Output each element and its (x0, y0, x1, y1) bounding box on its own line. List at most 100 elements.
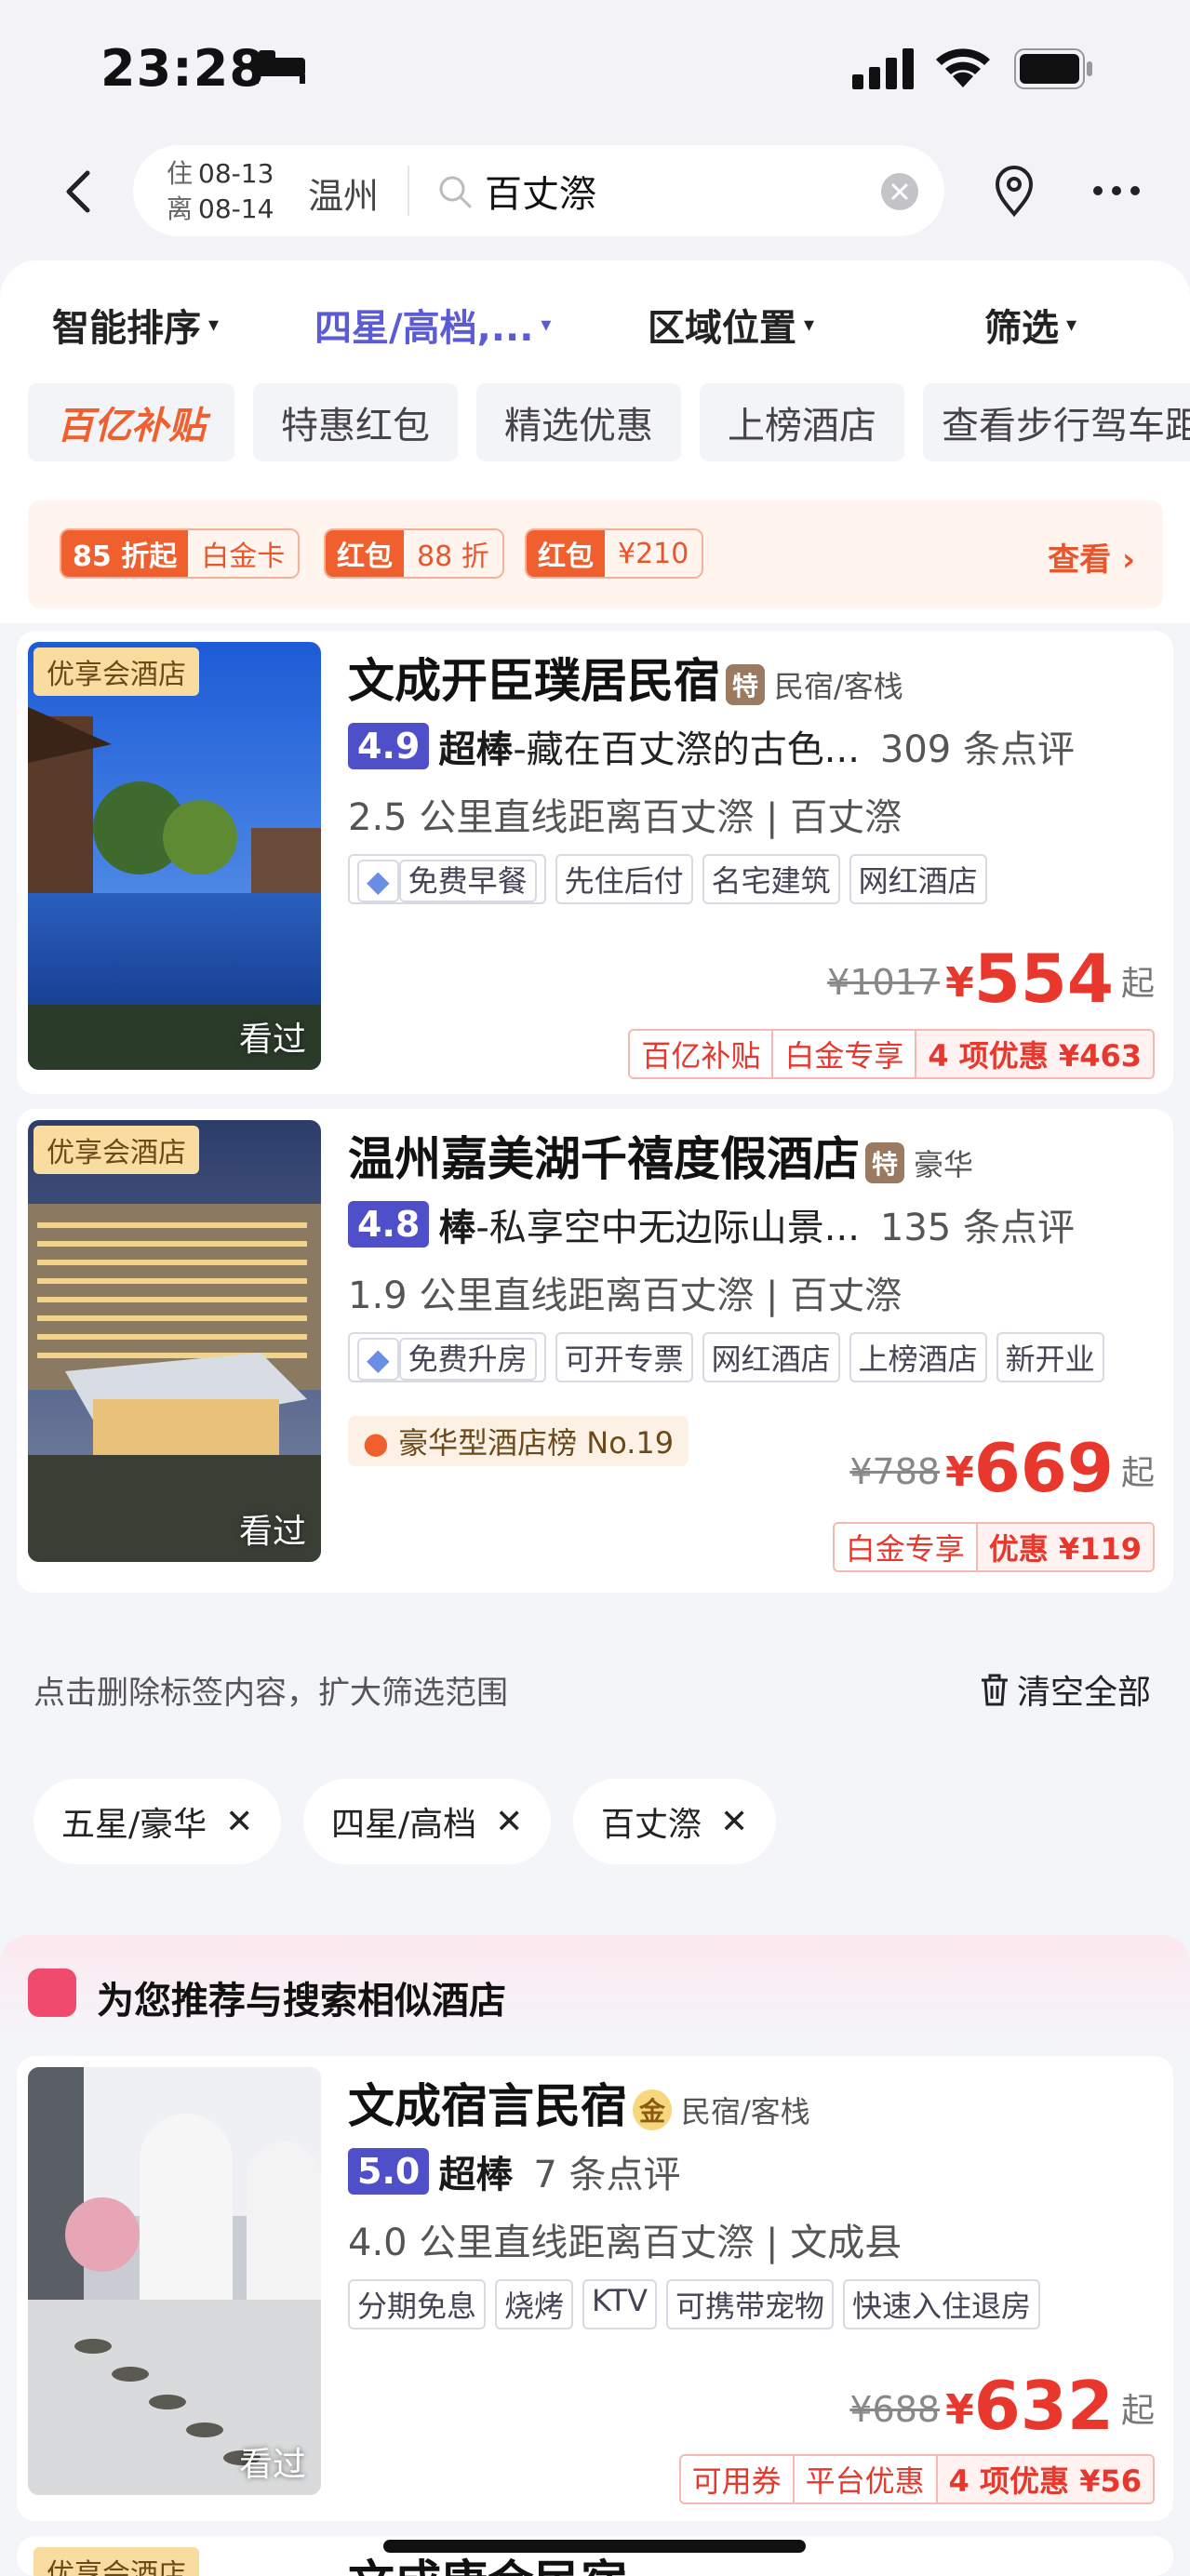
flame-icon: ● (363, 1425, 389, 1461)
review-count: 309 条点评 (879, 728, 1075, 771)
clear-all-button[interactable]: 清空全部 (980, 1665, 1151, 1714)
map-pin-icon[interactable] (994, 166, 1035, 218)
hotel-name-text: 文成开臣璞居民宿 (348, 654, 720, 708)
currency-symbol: ¥ (945, 1448, 974, 1496)
amenity-tag: 新开业 (996, 1332, 1104, 1382)
filter-tag[interactable]: 四星/高档 ✕ (303, 1779, 552, 1864)
chevron-down-icon: ▾ (541, 313, 552, 337)
hotel-photo: 优享会酒店 看过 (28, 1120, 321, 1562)
member-hotel-badge: 优享会酒店 (33, 2547, 199, 2576)
seen-label: 看过 (238, 1021, 306, 1059)
hotel-card[interactable]: 优享会酒店 看过 温州嘉美湖千禧度假酒店特豪华 4.8 棒 -私享空中无边际山景… (17, 1109, 1173, 1593)
current-price: 632 (973, 2367, 1114, 2445)
quick-chip-subsidy[interactable]: 百亿补贴 (28, 383, 234, 461)
checkout-label: 离 (167, 194, 194, 224)
clear-search-button[interactable] (881, 173, 918, 210)
original-price: ¥1017 (827, 962, 941, 1003)
hotel-type: 民宿/客栈 (681, 2093, 810, 2129)
promo-tag-sub: 白金卡 (188, 530, 299, 577)
recommend-title: 为您推荐与搜索相似酒店 (97, 1980, 506, 2022)
gold-icon: 金 (633, 2089, 672, 2130)
close-icon[interactable]: ✕ (720, 1803, 748, 1841)
rating-score: 5.0 (348, 2148, 430, 2195)
ranking-badge[interactable]: ● 豪华型酒店榜 No.19 (348, 1416, 689, 1466)
thumbs-up-icon (28, 1969, 76, 2017)
hotel-photo-image (28, 2067, 321, 2495)
quick-chip-selected[interactable]: 精选优惠 (476, 383, 681, 461)
seen-label: 看过 (238, 1513, 306, 1551)
rating-level: 超棒 (438, 728, 514, 771)
hotel-name-text: 文成宿言民宿 (348, 2079, 627, 2133)
hotel-card[interactable]: 看过 文成宿言民宿金民宿/客栈 5.0 超棒 7 条点评 4.0 公里直线距离百… (17, 2056, 1173, 2521)
close-icon[interactable]: ✕ (495, 1803, 523, 1841)
date-range[interactable]: 住 08-13 离 08-14 (167, 156, 274, 227)
chevron-left-icon (66, 170, 90, 213)
city-selector[interactable]: 温州 (308, 167, 379, 219)
quick-chip-distance[interactable]: 查看步行驾车距 (923, 383, 1190, 461)
amenity-tag: 分期免息 (348, 2279, 487, 2329)
close-icon[interactable]: ✕ (225, 1803, 253, 1841)
amenity-tag: KTV (582, 2279, 657, 2329)
more-icon[interactable] (1092, 184, 1141, 197)
chevron-right-icon: › (1111, 541, 1135, 579)
discount-tag: 4 项优惠 ¥463 (916, 1031, 1153, 1077)
quick-filter-row: 百亿补贴 特惠红包 精选优惠 上榜酒店 查看步行驾车距 (28, 383, 1190, 461)
amenity-tags: ◆ 免费早餐 先住后付 名宅建筑 网红酒店 (348, 854, 987, 904)
price: ¥688 ¥ 632 起 (849, 2372, 1155, 2439)
amenity-tag: 上榜酒店 (849, 1332, 987, 1382)
amenity-tags: ◆ 免费升房 可开专票 网红酒店 上榜酒店 新开业 (348, 1332, 1104, 1382)
sleep-focus-icon (253, 50, 305, 84)
hotel-photo: 优享会酒店 看过 (28, 642, 321, 1070)
filter-panel: 智能排序 ▾ 四星/高档,... ▾ 区域位置 ▾ 筛选 ▾ 百亿补贴 特惠红包 精选优… (0, 260, 1190, 623)
filter-tag[interactable]: 五星/豪华 ✕ (33, 1779, 282, 1864)
back-button[interactable] (54, 164, 100, 220)
amenity-label: 免费升房 (398, 1338, 537, 1381)
discount-tag: 百亿补贴 (630, 1031, 774, 1077)
home-indicator[interactable] (383, 2540, 806, 2553)
sort-dropdown[interactable]: 智能排序 ▾ (52, 298, 219, 352)
checkin-date: 08-13 (198, 158, 274, 189)
filter-tag[interactable]: 百丈漈 ✕ (573, 1779, 777, 1864)
distance: 4.0 公里直线距离百丈漈 | 文成县 (348, 2222, 903, 2264)
ranking-label: 豪华型酒店榜 No.19 (398, 1425, 675, 1461)
promo-banner[interactable]: 85 折起 白金卡 红包 88 折 红包 ¥210 查看 › (28, 501, 1163, 608)
wifi-icon (936, 48, 990, 87)
diamond-icon: ◆ (357, 860, 399, 902)
amenity-tag: 网红酒店 (702, 1332, 840, 1382)
promo-view-link[interactable]: 查看 › (1048, 534, 1135, 580)
amenity-tag: 网红酒店 (849, 854, 987, 904)
rating-level: 超棒 (438, 2154, 514, 2196)
rating-row: 4.9 超棒 -藏在百丈漈的古色... 309 条点评 (348, 720, 1075, 772)
diamond-icon: ◆ (357, 1338, 399, 1381)
amenity-tag: 名宅建筑 (702, 854, 840, 904)
star-dropdown[interactable]: 四星/高档,... ▾ (314, 298, 551, 352)
hotel-card[interactable]: 优享会酒店 看过 文成开臣璞居民宿特民宿/客栈 4.9 超棒 -藏在百丈漈的古色… (17, 631, 1173, 1094)
status-time: 23:28 (100, 39, 265, 98)
promo-tag-sub: ¥210 (605, 530, 702, 577)
promo-tag-main: 红包 (527, 530, 605, 577)
quick-chip-redpacket[interactable]: 特惠红包 (253, 383, 458, 461)
filter-tag-label: 五星/豪华 (61, 1806, 207, 1844)
filter-dropdown[interactable]: 筛选 ▾ (984, 298, 1076, 352)
original-price: ¥688 (849, 2389, 941, 2430)
filter-tag-label: 百丈漈 (601, 1806, 702, 1844)
search-input[interactable]: 百丈漈 (485, 164, 596, 218)
special-icon: 特 (726, 663, 765, 705)
current-price: 669 (973, 1429, 1114, 1507)
amenity-tag: 快速入住退房 (842, 2279, 1040, 2329)
hotel-type: 豪华 (914, 1146, 974, 1182)
area-dropdown[interactable]: 区域位置 ▾ (648, 298, 814, 352)
price: ¥1017 ¥ 554 起 (827, 945, 1155, 1012)
sort-label: 智能排序 (52, 307, 201, 350)
search-header: 住 08-13 离 08-14 温州 百丈漈 (0, 140, 1190, 260)
amenity-label: 免费早餐 (398, 860, 537, 902)
filter-tip: 点击删除标签内容，扩大筛选范围 (33, 1675, 508, 1712)
current-price: 554 (973, 940, 1114, 1018)
rating-level: 棒 (438, 1207, 476, 1249)
search-bar[interactable]: 住 08-13 离 08-14 温州 百丈漈 (133, 145, 944, 236)
amenity-tag: 可携带宠物 (665, 2279, 834, 2329)
rating-desc: -藏在百丈漈的古色... (513, 728, 860, 771)
review-count: 7 条点评 (533, 2154, 681, 2196)
quick-chip-ranked[interactable]: 上榜酒店 (700, 383, 904, 461)
hotel-photo-image (28, 642, 321, 1070)
